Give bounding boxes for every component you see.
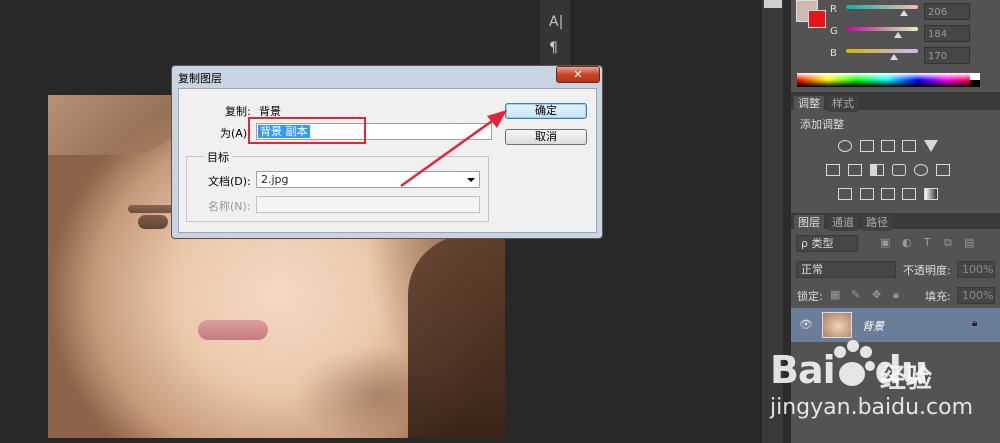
black-white-swatch[interactable] [970,73,980,87]
channel-label-b: B [830,48,837,59]
photo-filter-icon[interactable] [892,164,906,176]
type-tool-icon[interactable]: A| [549,14,563,30]
blend-mode-select[interactable]: 正常 [796,261,896,278]
layer-thumbnail [822,312,852,338]
layer-lock-icon: 🔒︎ [972,318,978,329]
filter-type-icon[interactable]: T [924,236,931,249]
channel-value-b[interactable]: 170 [924,47,970,64]
channel-mixer-icon[interactable] [914,164,928,176]
watermark-url: jingyan.baidu.com [770,395,974,420]
name-input[interactable] [256,196,480,213]
lock-image-icon[interactable]: ✎ [851,288,860,301]
channel-slider-thumb[interactable] [890,54,899,60]
layer-name[interactable]: 背景 [862,318,884,334]
exposure-icon[interactable] [902,140,916,152]
watermark-jingyan: 经验 [880,364,933,394]
filter-smart-object-icon[interactable]: ▤ [964,236,974,249]
tool-strip: A| ¶ [540,0,570,65]
color-spectrum[interactable] [797,73,977,87]
tab-paths[interactable]: 路径 [862,215,892,231]
levels-icon[interactable] [860,140,874,152]
baidu-watermark: Bai du 经验 jingyan.baidu.com [770,340,1000,443]
opacity-label: 不透明度: [903,264,951,277]
channel-value-r[interactable]: 206 [924,3,970,20]
dialog-title: 复制图层 [178,72,222,85]
lock-label: 锁定: [797,290,823,303]
tab-styles[interactable]: 样式 [828,96,858,112]
filter-shape-icon[interactable]: ⧉ [944,236,952,250]
tab-adjustments[interactable]: 调整 [794,96,824,112]
document-select-value: 2.jpg [261,173,289,186]
name-label: 名称(N): [208,200,251,213]
layer-filter-select[interactable]: ρ 类型 [796,235,858,252]
hue-saturation-icon[interactable] [826,164,840,176]
channel-label-g: G [830,26,838,37]
channel-label-r: R [830,4,837,15]
destination-legend: 目标 [204,149,232,165]
color-balance-icon[interactable] [848,164,862,176]
color-lookup-icon[interactable] [936,164,950,176]
channel-slider-g[interactable] [846,27,918,31]
document-label: 文档(D): [208,175,251,188]
baidu-paw-icon [834,340,875,386]
channel-value-g[interactable]: 184 [924,25,970,42]
annotation-highlight-box [248,117,366,144]
tab-layers[interactable]: 图层 [794,215,824,231]
filter-adjustment-icon[interactable]: ◐ [902,236,912,249]
threshold-icon[interactable] [881,188,895,200]
annotation-arrow [400,110,507,188]
lock-transparent-icon[interactable]: ▦ [830,288,840,301]
invert-icon[interactable] [838,188,852,200]
posterize-icon[interactable] [860,188,874,200]
ok-button[interactable]: 确定 [505,103,587,119]
black-white-icon[interactable] [870,164,884,176]
curves-icon[interactable] [881,140,895,152]
channel-slider-b[interactable] [846,49,918,53]
cancel-button[interactable]: 取消 [505,129,587,145]
filter-pixel-icon[interactable]: ▣ [880,236,890,249]
fill-label: 填充: [925,290,951,303]
lock-position-icon[interactable]: ✥ [872,288,881,301]
tab-channels[interactable]: 通道 [828,215,858,231]
vibrance-icon[interactable] [924,140,938,152]
lock-all-icon[interactable]: 🔒︎ [893,288,899,302]
opacity-field[interactable]: 100% [957,261,995,278]
visibility-eye-icon[interactable]: 👁︎ [799,318,813,331]
channel-slider-thumb[interactable] [900,10,909,16]
add-adjustment-label: 添加调整 [800,118,844,131]
duplicate-label: 复制: [225,105,251,118]
close-button[interactable]: ✕ [556,66,600,83]
fill-field[interactable]: 100% [957,287,995,304]
brightness-icon[interactable] [838,140,852,152]
channel-slider-thumb[interactable] [893,32,902,38]
channel-slider-r[interactable] [846,5,918,9]
as-label: 为(A): [220,127,251,140]
gradient-map-icon[interactable] [924,188,938,200]
selective-color-icon[interactable] [902,188,916,200]
background-color-swatch[interactable] [808,10,826,28]
paragraph-icon[interactable]: ¶ [549,40,558,56]
collapsed-panel-icon[interactable] [764,0,782,8]
